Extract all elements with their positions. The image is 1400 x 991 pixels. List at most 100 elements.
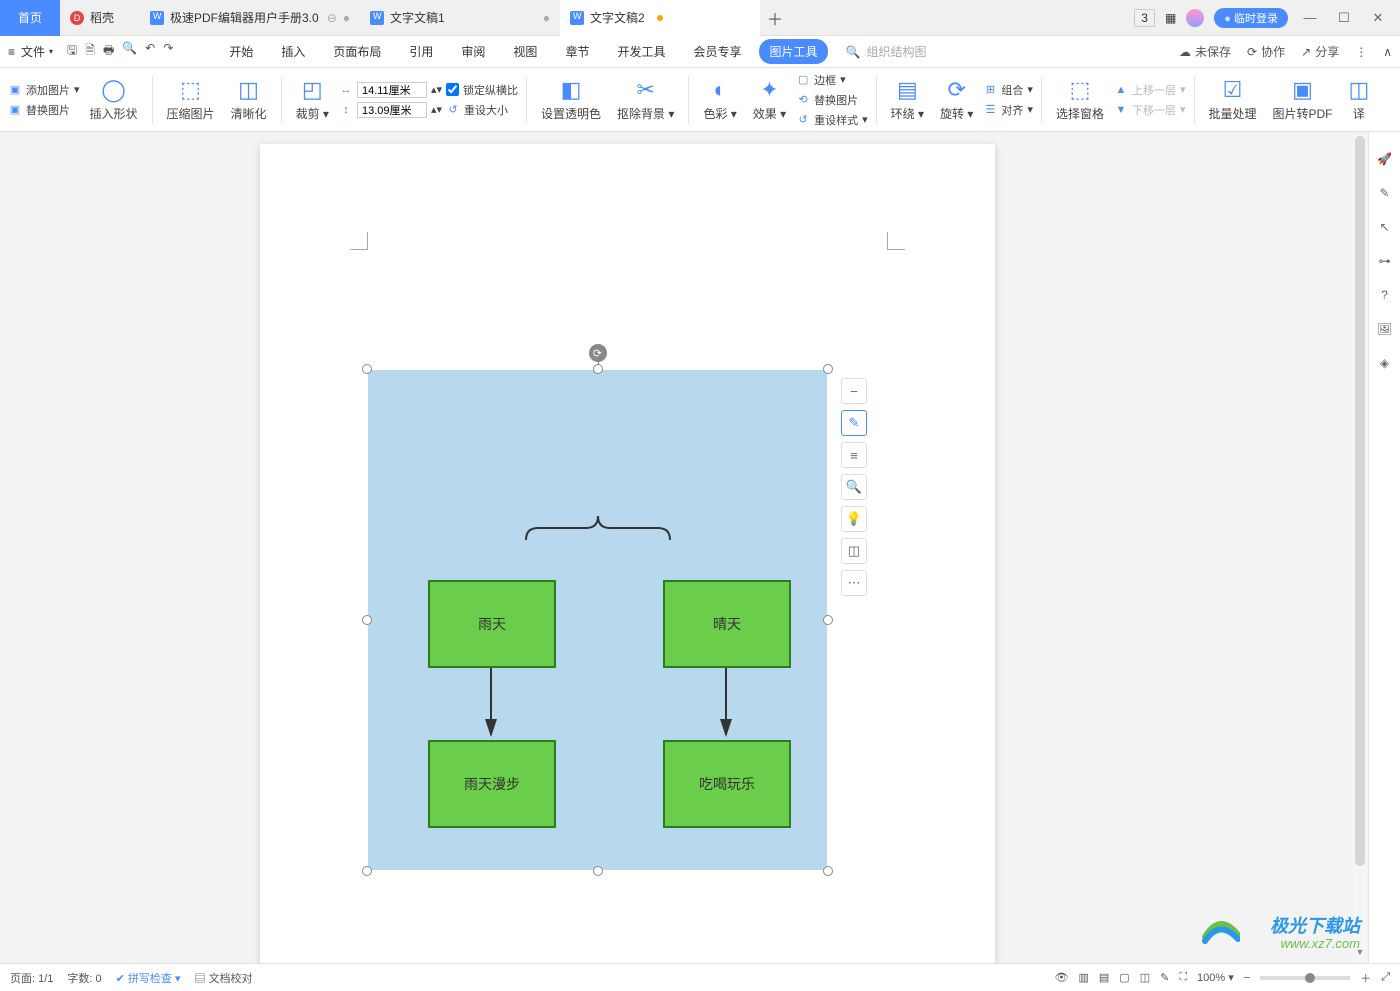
proofread-button[interactable]: ▤ 文档校对 [195,970,253,986]
to-pdf-button[interactable]: ▣图片转PDF [1267,70,1339,130]
file-menu[interactable]: 文件 ▾ [21,43,53,60]
unsaved-indicator[interactable]: ☁未保存 [1179,43,1231,60]
minus-tool[interactable]: − [841,378,867,404]
tab-dev[interactable]: 开发工具 [607,39,675,64]
save-icon[interactable]: 🖫 [67,41,77,62]
reset-style-button[interactable]: ↺重设样式 ▾ [796,112,868,128]
rocket-icon[interactable]: 🚀 [1377,152,1392,166]
color-button[interactable]: ◐色彩 ▾ [697,70,742,130]
tab-view[interactable]: 视图 [503,39,547,64]
cursor-icon[interactable]: ↖ [1379,220,1389,234]
select-pane-button[interactable]: ⬚选择窗格 [1050,70,1110,130]
collab-button[interactable]: ⟳协作 [1247,43,1285,60]
tab-chapter[interactable]: 章节 [555,39,599,64]
settings-icon[interactable]: ⊶ [1379,254,1391,268]
minimize-button[interactable]: — [1298,10,1322,25]
pencil-icon[interactable]: ✎ [1379,186,1389,200]
replace-image-button[interactable]: ▣替换图片 [8,102,80,118]
tab-home[interactable]: 首页 [0,0,60,36]
redo-icon[interactable]: ↷ [163,41,173,62]
tab-insert[interactable]: 插入 [271,39,315,64]
vertical-scrollbar[interactable]: ▲ ▼ [1353,134,1367,961]
login-button[interactable]: ● 临时登录 [1214,8,1288,28]
add-image-button[interactable]: ▣添加图片 ▾ [8,82,80,98]
tab-doc2[interactable]: 文字文稿2 [560,0,760,36]
zoom-tool[interactable]: 🔍 [841,474,867,500]
add-tab-button[interactable]: ＋ [760,6,790,30]
crop-button[interactable]: ◰裁剪 ▾ [290,70,335,130]
height-input[interactable] [357,102,427,118]
pin-icon[interactable]: ⊖ [327,11,337,25]
fit-icon[interactable]: ⛶ [1179,971,1187,984]
new-icon[interactable]: 🗎 [85,41,95,62]
tab-start[interactable]: 开始 [219,39,263,64]
group-button[interactable]: ⊞组合 ▾ [983,82,1033,98]
view-mode-1-icon[interactable]: ▥ [1078,971,1088,984]
align-button[interactable]: ☰对齐 ▾ [983,102,1033,118]
spellcheck-button[interactable]: ✔ 拼写检查 ▾ [116,970,181,986]
tab-reference[interactable]: 引用 [399,39,443,64]
tab-vip[interactable]: 会员专享 [683,39,751,64]
edit-tool[interactable]: ✎ [841,410,867,436]
stepper-icon[interactable]: ▴▾ [431,103,442,116]
batch-button[interactable]: ☑批量处理 [1203,70,1263,130]
text-tool[interactable]: ≡ [841,442,867,468]
close-button[interactable]: ✕ [1366,10,1390,26]
scrollbar-thumb[interactable] [1355,136,1365,866]
share-button[interactable]: ↗分享 [1301,43,1339,60]
tab-picture-tools[interactable]: 图片工具 [759,39,827,64]
move-down-button[interactable]: ▼下移一层 ▾ [1114,102,1186,118]
preview-icon[interactable]: 🔍 [122,41,137,62]
crop-tool[interactable]: ◫ [841,538,867,564]
tab-pdf-doc[interactable]: 极速PDF编辑器用户手册3.0 ⊖ ● [140,0,360,36]
maximize-button[interactable]: ☐ [1332,10,1356,26]
move-up-button[interactable]: ▲上移一层 ▾ [1114,82,1186,98]
avatar-icon[interactable] [1186,9,1204,27]
stepper-icon[interactable]: ▴▾ [431,83,442,96]
view-mode-2-icon[interactable]: ▤ [1099,971,1109,984]
search-box[interactable]: 🔍 组织结构图 [846,43,927,60]
page-indicator[interactable]: 页面: 1/1 [10,970,53,986]
word-count[interactable]: 字数: 0 [67,970,101,986]
zoom-out-button[interactable]: − [1244,972,1250,984]
selected-image[interactable]: ⟳ 雨天 晴天 雨天漫步 吃喝玩乐 − ✎ ≡ 🔍 💡 ◫ ⋯ [368,370,827,870]
tab-review[interactable]: 审阅 [451,39,495,64]
view-mode-3-icon[interactable]: ▢ [1119,971,1129,984]
idea-tool[interactable]: 💡 [841,506,867,532]
view-mode-4-icon[interactable]: ◫ [1140,971,1150,984]
menu-icon[interactable]: ≡ [8,45,15,59]
replace-pic-button[interactable]: ⟲替换图片 [796,92,868,108]
wrap-button[interactable]: ▤环绕 ▾ [885,70,930,130]
picture-icon[interactable]: 🖼 [1377,322,1392,336]
effect-button[interactable]: ✦效果 ▾ [747,70,792,130]
print-icon[interactable]: 🖶 [103,41,114,62]
zoom-slider[interactable] [1260,976,1350,980]
undo-icon[interactable]: ↶ [145,41,155,62]
remove-bg-button[interactable]: ✂抠除背景 ▾ [611,70,680,130]
tab-dokke[interactable]: D 稻壳 [60,0,140,36]
view-mode-5-icon[interactable]: ✎ [1160,971,1169,984]
sharpen-button[interactable]: ◫清晰化 [225,70,273,130]
compress-button[interactable]: ⬚压缩图片 [161,70,221,130]
rotate-handle[interactable]: ⟳ [589,344,607,362]
tab-doc1[interactable]: 文字文稿1 ● [360,0,560,36]
translate-button[interactable]: ◫译 [1343,70,1376,130]
insert-shape-button[interactable]: ◯插入形状 [84,70,144,130]
numeric-indicator[interactable]: 3 [1134,9,1155,27]
more-menu[interactable]: ⋮ [1355,45,1367,59]
rotate-button[interactable]: ⟳旋转 ▾ [934,70,979,130]
reset-size-button[interactable]: ↺重设大小 [446,102,518,118]
apps-icon[interactable]: ▦ [1165,11,1176,25]
tab-layout[interactable]: 页面布局 [323,39,391,64]
set-transparent-button[interactable]: ◧设置透明色 [535,70,607,130]
zoom-level[interactable]: 100% ▾ [1197,971,1234,984]
more-tool[interactable]: ⋯ [841,570,867,596]
diamond-icon[interactable]: ◈ [1380,356,1389,370]
help-icon[interactable]: ? [1381,288,1388,302]
border-button[interactable]: ▢边框 ▾ [796,72,868,88]
collapse-ribbon-button[interactable]: ∧ [1383,45,1392,59]
width-input[interactable] [357,82,427,98]
lock-ratio-checkbox[interactable]: 锁定纵横比 [446,82,518,98]
eye-icon[interactable]: 👁 [1055,971,1069,984]
fullscreen-icon[interactable]: ⤢ [1381,971,1390,984]
